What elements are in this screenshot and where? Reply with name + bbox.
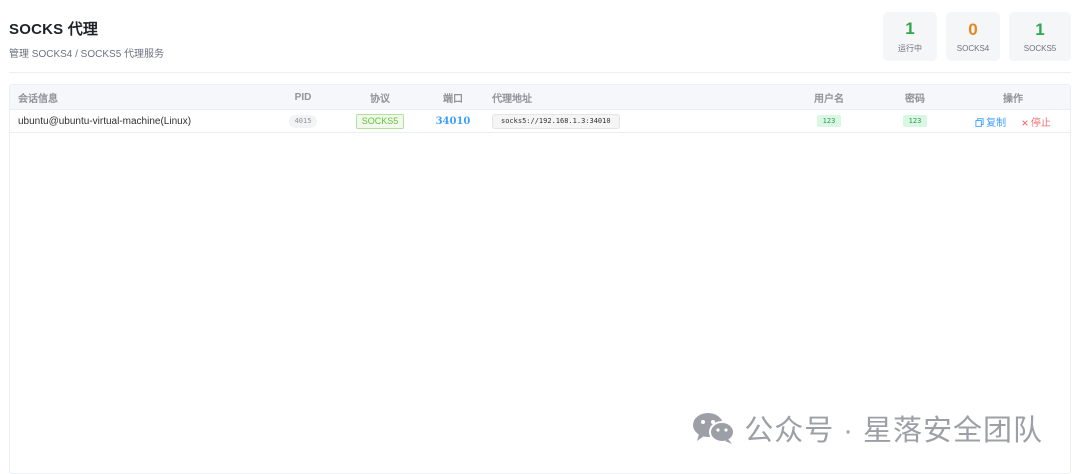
column-header-address: 代理地址 (492, 93, 532, 105)
wechat-icon (693, 413, 736, 444)
copy-button[interactable]: 复制 (975, 118, 1006, 129)
pid-cell: 4015 (268, 114, 338, 128)
page-subtitle: 管理 SOCKS4 / SOCKS5 代理服务 (9, 49, 165, 60)
protocol-cell: SOCKS5 (338, 113, 422, 129)
column-header-protocol: 协议 (370, 93, 390, 105)
page-header: SOCKS 代理 管理 SOCKS4 / SOCKS5 代理服务 (9, 18, 164, 60)
stat-label-socks5: SOCKS5 (1023, 43, 1057, 53)
proxy-address: socks5://192.168.1.3:34010 (492, 113, 620, 129)
stat-value-running: 1 (905, 18, 915, 38)
stop-button-label: 停止 (1030, 117, 1051, 129)
protocol-tag: SOCKS5 (355, 113, 405, 129)
column-header-password: 密码 (905, 93, 925, 105)
stat-label-socks4: SOCKS4 (956, 43, 990, 53)
page-title: SOCKS 代理 (9, 21, 99, 38)
watermark-text: 公众号 · 星落安全团队 (744, 415, 1043, 447)
copy-button-label: 复制 (986, 117, 1007, 129)
stat-card-socks5: 1 SOCKS5 (1009, 12, 1071, 61)
column-header-username: 用户名 (814, 93, 844, 105)
pid-tag: 4015 (288, 114, 318, 128)
stat-value-socks5: 1 (1035, 19, 1045, 39)
stat-label-running: 运行中 (898, 43, 922, 53)
password-tag: 123 (902, 115, 928, 127)
stat-value-socks4: 0 (968, 19, 978, 39)
session-info: ubuntu@ubuntu-virtual-machine(Linux) (18, 115, 192, 127)
actions-cell: 复制 停止 (956, 114, 1070, 129)
table-header: 会话信息 PID 协议 端口 代理地址 用户名 密码 操作 (10, 85, 1070, 110)
port-cell: 34010 (422, 116, 484, 127)
watermark: 公众号 · 星落安全团队 (692, 407, 1043, 449)
stats-panel: 1 运行中 0 SOCKS4 1 SOCKS5 (883, 12, 1071, 61)
username-cell: 123 (784, 115, 874, 127)
table-row: ubuntu@ubuntu-virtual-machine(Linux) 401… (10, 110, 1070, 133)
stat-card-socks4: 0 SOCKS4 (946, 12, 1000, 61)
column-header-info: 会话信息 (18, 93, 58, 105)
port-value: 34010 (435, 115, 471, 127)
password-cell: 123 (874, 115, 956, 127)
close-icon (1022, 119, 1028, 126)
stat-card-running: 1 运行中 (883, 12, 937, 61)
column-header-actions: 操作 (1003, 93, 1023, 105)
username-tag: 123 (816, 115, 842, 127)
column-header-pid: PID (294, 91, 312, 103)
header-divider (9, 72, 1071, 73)
column-header-port: 端口 (443, 93, 463, 105)
address-cell: socks5://192.168.1.3:34010 (484, 113, 784, 129)
stop-button[interactable]: 停止 (1021, 118, 1051, 129)
copy-icon (975, 117, 984, 127)
